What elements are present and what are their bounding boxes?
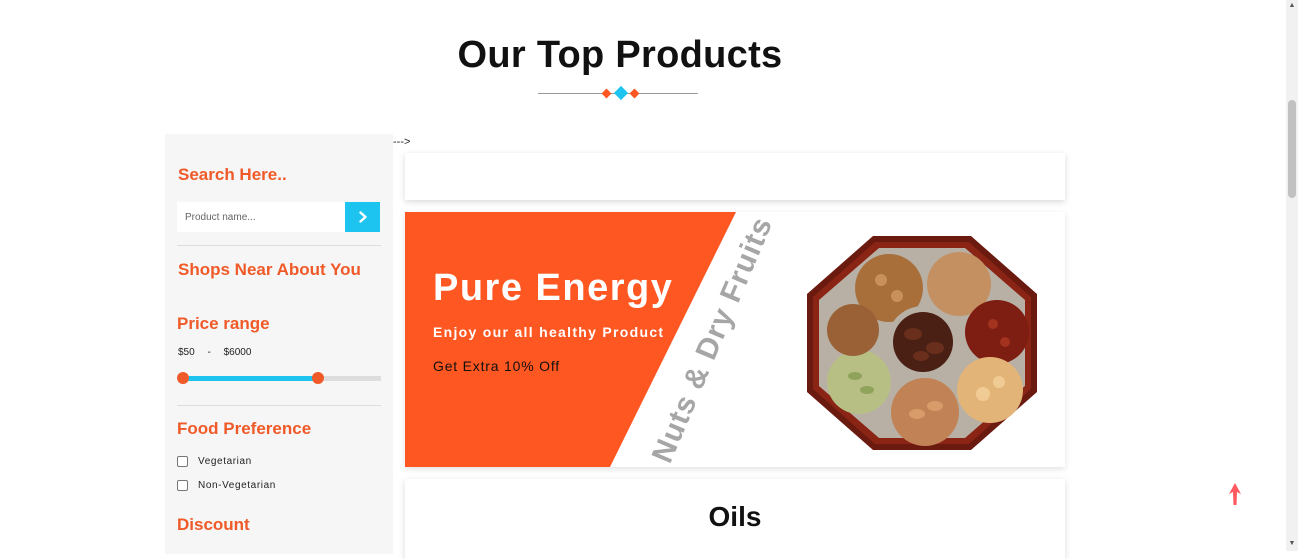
price-slider-fill bbox=[183, 376, 318, 381]
vegetarian-checkbox-row[interactable]: Vegetarian bbox=[177, 456, 252, 467]
price-max: $6000 bbox=[223, 347, 252, 358]
food-preference-heading: Food Preference bbox=[177, 419, 312, 438]
scrollbar-thumb[interactable] bbox=[1288, 100, 1296, 198]
arrow-up-icon bbox=[1229, 483, 1241, 505]
divider-diamond-left bbox=[601, 88, 612, 99]
scroll-up-arrow-icon[interactable]: ▲ bbox=[1288, 2, 1296, 10]
vegetarian-label: Vegetarian bbox=[198, 456, 252, 467]
divider-diamond-right bbox=[629, 88, 640, 99]
sidebar-divider bbox=[177, 245, 381, 246]
search-heading: Search Here.. bbox=[178, 165, 287, 184]
filter-sidebar: Search Here.. Shops Near About You Price… bbox=[165, 134, 393, 554]
non-vegetarian-checkbox[interactable] bbox=[177, 480, 188, 491]
price-slider-max-handle[interactable] bbox=[311, 372, 324, 384]
divider-diamond-center bbox=[613, 85, 629, 101]
stray-text: ---> bbox=[393, 136, 411, 148]
price-range-values: $50 - $6000 bbox=[178, 347, 251, 358]
discount-heading: Discount bbox=[177, 515, 250, 534]
chevron-right-icon bbox=[358, 211, 367, 223]
back-to-top-button[interactable] bbox=[1227, 482, 1243, 511]
price-range-heading: Price range bbox=[177, 314, 270, 333]
price-slider-min-handle[interactable] bbox=[177, 372, 189, 384]
vegetarian-checkbox[interactable] bbox=[177, 456, 188, 467]
search-input[interactable] bbox=[177, 202, 345, 232]
banner-offer: Get Extra 10% Off bbox=[433, 358, 560, 374]
price-slider-track[interactable] bbox=[177, 372, 381, 384]
empty-card bbox=[405, 153, 1065, 200]
oils-section-card: Oils bbox=[405, 479, 1065, 559]
non-vegetarian-checkbox-row[interactable]: Non-Vegetarian bbox=[177, 480, 276, 491]
page-title: Our Top Products bbox=[457, 34, 783, 76]
price-min: $50 bbox=[178, 347, 195, 358]
scroll-down-arrow-icon[interactable]: ▼ bbox=[1288, 540, 1296, 548]
banner-title: Pure Energy bbox=[433, 267, 674, 309]
shops-heading[interactable]: Shops Near About You bbox=[178, 260, 361, 280]
oils-title: Oils bbox=[708, 501, 762, 532]
sidebar-divider bbox=[177, 405, 381, 406]
promo-banner[interactable]: Pure Energy Enjoy our all healthy Produc… bbox=[405, 212, 1065, 467]
vertical-scrollbar[interactable]: ▲ ▼ bbox=[1286, 0, 1298, 551]
price-separator: - bbox=[207, 347, 211, 358]
search-button[interactable] bbox=[345, 202, 380, 232]
dry-fruits-tray-image bbox=[807, 236, 1037, 450]
banner-subtitle: Enjoy our all healthy Product bbox=[433, 324, 665, 340]
non-vegetarian-label: Non-Vegetarian bbox=[198, 480, 276, 491]
